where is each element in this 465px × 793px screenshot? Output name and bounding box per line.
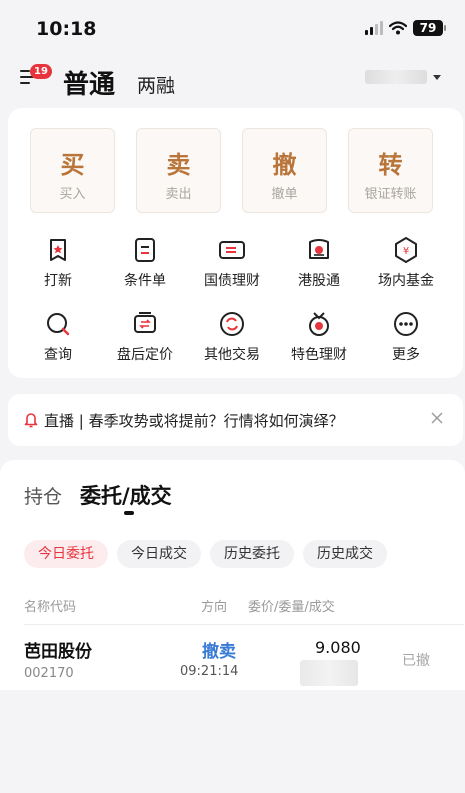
masked-account-number bbox=[365, 70, 427, 84]
tab-holdings[interactable]: 持仓 bbox=[24, 482, 62, 509]
fn-other-trade-label: 其他交易 bbox=[204, 347, 260, 363]
transfer-main-label: 转 bbox=[378, 151, 403, 179]
after-hours-pricing-icon bbox=[134, 312, 156, 333]
more-icon bbox=[394, 312, 418, 336]
divider bbox=[24, 624, 464, 625]
fn-query-label: 查询 bbox=[44, 347, 72, 363]
cancel-order-button[interactable]: 撤 撤单 bbox=[242, 128, 327, 213]
exchange-fund-icon: ¥ bbox=[395, 237, 417, 263]
fn-after-hours-pricing-label: 盘后定价 bbox=[117, 347, 173, 363]
chevron-down-icon bbox=[433, 74, 441, 80]
chip-today-trades[interactable]: 今日成交 bbox=[117, 540, 201, 568]
status-bar: 10:18 79 bbox=[0, 0, 465, 56]
buy-button[interactable]: 买 买入 bbox=[30, 128, 115, 213]
chip-history-orders[interactable]: 历史委托 bbox=[210, 540, 294, 568]
tab-normal-account[interactable]: 普通 bbox=[63, 64, 115, 101]
svg-text:¥: ¥ bbox=[403, 246, 409, 257]
notification-badge: 19 bbox=[30, 64, 52, 79]
fn-ipo-label: 打新 bbox=[44, 273, 72, 289]
masked-order-quantity bbox=[300, 660, 358, 686]
fn-query[interactable]: 查询 bbox=[18, 310, 98, 370]
trade-panel: 买 买入 卖 卖出 撤 撤单 转 银证转账 打新 条件单 国债理财 港股通 ¥ … bbox=[8, 108, 463, 378]
stock-name: 芭田股份 bbox=[24, 642, 92, 662]
sell-sub-label: 卖出 bbox=[165, 187, 192, 202]
fn-more-label: 更多 bbox=[392, 347, 420, 363]
cancel-sub-label: 撤单 bbox=[271, 187, 298, 202]
buy-main-label: 买 bbox=[60, 151, 85, 179]
column-header-price-qty: 委价/委量/成交 bbox=[248, 600, 335, 615]
account-selector[interactable] bbox=[365, 70, 441, 84]
fn-featured-finance[interactable]: 特色理财 bbox=[279, 310, 359, 370]
other-trade-icon bbox=[220, 312, 244, 336]
ipo-flag-icon bbox=[50, 239, 66, 261]
fn-after-hours-pricing[interactable]: 盘后定价 bbox=[105, 310, 185, 370]
chip-history-trades[interactable]: 历史成交 bbox=[303, 540, 387, 568]
sell-main-label: 卖 bbox=[166, 151, 191, 179]
order-direction: 撤卖 bbox=[202, 642, 236, 662]
order-price: 9.080 bbox=[315, 638, 361, 657]
cancel-main-label: 撤 bbox=[272, 151, 297, 179]
active-tab-indicator bbox=[124, 511, 134, 515]
fn-exchange-fund-label: 场内基金 bbox=[378, 273, 434, 289]
fn-hk-connect[interactable]: 港股通 bbox=[279, 236, 359, 296]
buy-sub-label: 买入 bbox=[59, 187, 86, 202]
fn-featured-finance-label: 特色理财 bbox=[291, 347, 347, 363]
orders-panel: 持仓 委托/成交 今日委托 今日成交 历史委托 历史成交 名称代码 方向 委价/… bbox=[0, 460, 465, 690]
fn-hk-connect-label: 港股通 bbox=[298, 273, 340, 289]
fn-ipo[interactable]: 打新 bbox=[18, 236, 98, 296]
battery-icon: 79 bbox=[413, 20, 446, 36]
status-icons: 79 bbox=[365, 20, 446, 36]
tab-orders-trades[interactable]: 委托/成交 bbox=[80, 480, 172, 510]
column-header-direction: 方向 bbox=[201, 600, 228, 615]
order-time: 09:21:14 bbox=[180, 664, 239, 679]
transfer-button[interactable]: 转 银证转账 bbox=[348, 128, 433, 213]
bell-icon bbox=[24, 413, 38, 428]
wifi-icon bbox=[389, 21, 407, 35]
column-header-name: 名称代码 bbox=[24, 600, 77, 615]
status-time: 10:18 bbox=[36, 18, 97, 40]
chip-today-orders[interactable]: 今日委托 bbox=[24, 540, 108, 568]
transfer-sub-label: 银证转账 bbox=[364, 187, 417, 202]
featured-finance-icon bbox=[309, 312, 329, 336]
fn-treasury-bond[interactable]: 国债理财 bbox=[192, 236, 272, 296]
live-broadcast-banner[interactable]: 直播 | 春季攻势或将提前？行情将如何演绎？ bbox=[8, 394, 463, 446]
stock-code: 002170 bbox=[24, 666, 74, 681]
order-status: 已撤 bbox=[402, 653, 430, 669]
signal-icon bbox=[365, 21, 383, 35]
fn-treasury-bond-label: 国债理财 bbox=[204, 273, 260, 289]
fn-exchange-fund[interactable]: ¥ 场内基金 bbox=[366, 236, 446, 296]
live-broadcast-text: 直播 | 春季攻势或将提前？行情将如何演绎？ bbox=[44, 412, 344, 430]
fn-condition-order[interactable]: 条件单 bbox=[105, 236, 185, 296]
treasury-bond-icon bbox=[219, 241, 245, 259]
fn-other-trade[interactable]: 其他交易 bbox=[192, 310, 272, 370]
fn-more[interactable]: 更多 bbox=[366, 310, 446, 370]
sell-button[interactable]: 卖 卖出 bbox=[136, 128, 221, 213]
tab-margin-account[interactable]: 两融 bbox=[137, 71, 175, 98]
close-icon[interactable] bbox=[431, 412, 443, 424]
query-icon bbox=[47, 313, 70, 336]
condition-order-icon bbox=[135, 238, 155, 262]
hk-connect-icon bbox=[309, 239, 329, 259]
header: 19 普通 两融 bbox=[0, 56, 465, 108]
fn-condition-order-label: 条件单 bbox=[124, 273, 166, 289]
